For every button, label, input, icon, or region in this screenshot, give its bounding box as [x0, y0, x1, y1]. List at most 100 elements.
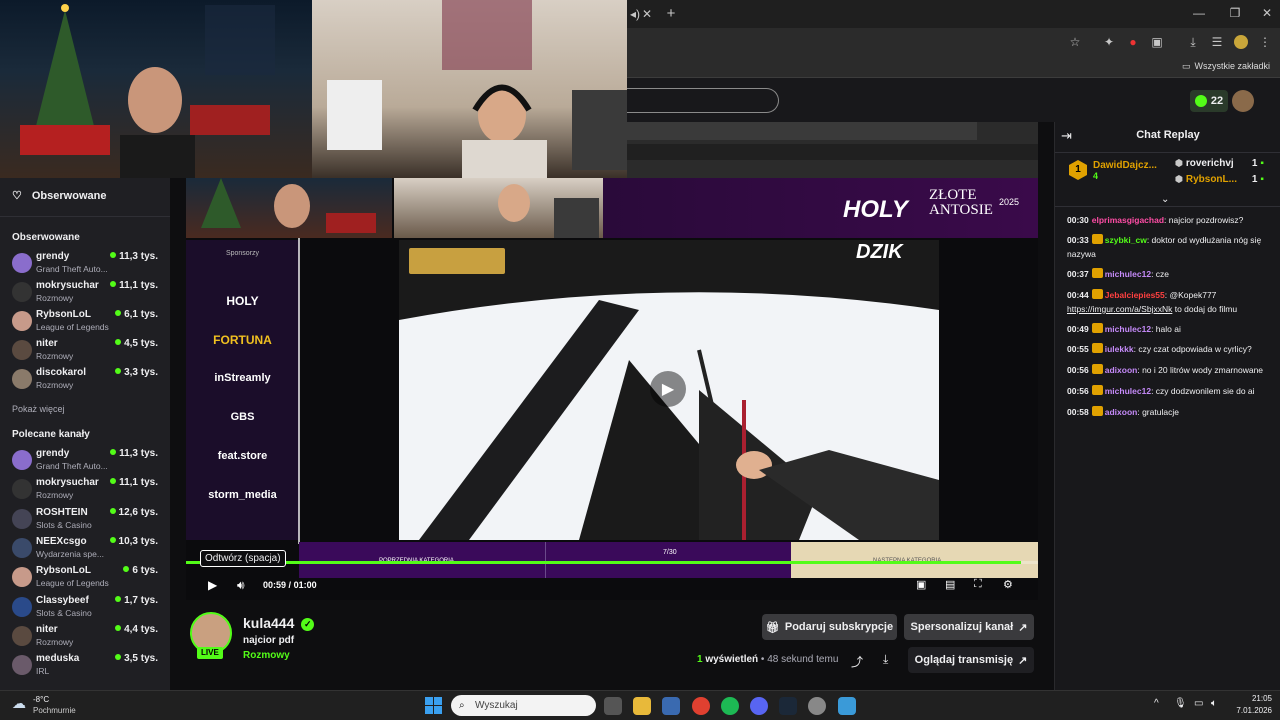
stream-category-link[interactable]: Rozmowy	[243, 650, 290, 661]
all-bookmarks-link[interactable]: ▭ Wszystkie zakładki	[1182, 61, 1270, 72]
time-display: 00:59 / 01:00	[263, 580, 317, 590]
expand-leaderboard-icon[interactable]: ⌄	[1161, 194, 1169, 205]
search-input[interactable]	[627, 88, 779, 113]
clock-time[interactable]: 21:05	[1236, 694, 1272, 703]
windows-start-icon[interactable]	[425, 697, 442, 714]
theater-mode-icon[interactable]: ▣	[916, 578, 926, 591]
message-user[interactable]: adixoon	[1105, 407, 1138, 417]
miniplayer-icon[interactable]: ▤	[945, 578, 955, 591]
bookmark-star-icon[interactable]: ☆	[1067, 34, 1083, 50]
sidebar-channel-item[interactable]: ROSHTEIN Slots & Casino 12,6 tys.	[12, 506, 162, 532]
message-user[interactable]: michulec12	[1105, 386, 1151, 396]
video-player[interactable]: HOLY ZŁOTE ANTOSIE 2025 Sponsorzy HOLY FO…	[186, 122, 1038, 600]
leaderboard-entry[interactable]: ⬢ roverichvj 1 ▪	[1175, 158, 1264, 169]
message-user[interactable]: Jebalciepies55	[1105, 290, 1165, 300]
divider	[0, 216, 170, 217]
obs-icon[interactable]	[808, 697, 826, 715]
steam-icon[interactable]	[779, 697, 797, 715]
weather-desc[interactable]: Pochmurnie	[33, 706, 76, 715]
overlay-badge	[409, 248, 505, 274]
weather-temp[interactable]: -8°C	[33, 695, 49, 704]
message-user[interactable]: michulec12	[1105, 269, 1151, 279]
viewer-count: 4,4 tys.	[115, 624, 158, 635]
category-bar: POPRZEDNIA KATEGORIA 7/30	[299, 542, 791, 578]
leaderboard-entry[interactable]: ⬢ RybsonL... 1 ▪	[1175, 174, 1264, 185]
app-icon[interactable]	[838, 697, 856, 715]
avatar	[12, 450, 32, 470]
close-tab-icon[interactable]: ✕	[639, 6, 655, 22]
live-dot-icon	[115, 624, 122, 631]
chrome-icon[interactable]	[692, 697, 710, 715]
message-user[interactable]: iulekkk	[1105, 344, 1134, 354]
download-icon[interactable]: ⤓	[1185, 34, 1201, 50]
record-extension-icon[interactable]: ●	[1125, 34, 1141, 50]
sidebar-channel-item[interactable]: Classybeef Slots & Casino 1,7 tys.	[12, 594, 162, 620]
sidebar-channel-item[interactable]: NEEXcsgo Wydarzenia spe... 10,3 tys.	[12, 535, 162, 561]
speaker-icon[interactable]: 🔈︎	[1211, 698, 1217, 709]
sidebar-channel-item[interactable]: niter Rozmowy 4,5 tys.	[12, 337, 162, 363]
close-window-icon[interactable]: ✕	[1259, 5, 1275, 21]
sidebar-channel-item[interactable]: discokarol Rozmowy 3,3 tys.	[12, 366, 162, 392]
tray-chevron-icon[interactable]: ^	[1154, 698, 1159, 709]
progress-track[interactable]	[186, 561, 1038, 564]
discord-icon[interactable]	[750, 697, 768, 715]
volume-icon[interactable]: 🔊︎	[237, 578, 245, 593]
show-more-link[interactable]: Pokaż więcej	[12, 404, 65, 414]
message-time: 00:44	[1067, 290, 1089, 300]
sidebar-channel-item[interactable]: RybsonLoL League of Legends 6,1 tys.	[12, 308, 162, 334]
microphone-icon[interactable]: 🎙︎	[1174, 698, 1187, 709]
kick-coins-button[interactable]: 22	[1190, 90, 1228, 112]
store-icon[interactable]	[662, 697, 680, 715]
taskbar-search[interactable]: ⌕ Wyszukaj	[451, 695, 596, 716]
message-user[interactable]: michulec12	[1105, 324, 1151, 334]
minimize-icon[interactable]: —	[1191, 5, 1207, 21]
message-text: no i 20 litrów wody zmarnowane	[1142, 365, 1264, 375]
new-tab-icon[interactable]: +	[663, 5, 679, 22]
download-clip-icon[interactable]: ⤓	[883, 652, 888, 667]
message-user[interactable]: elprimasgigachad	[1092, 215, 1164, 225]
sidebar-channel-item[interactable]: mokrysuchar Rozmowy 11,1 tys.	[12, 476, 162, 502]
sidebar-channel-item[interactable]: meduska IRL 3,5 tys.	[12, 652, 162, 678]
play-button[interactable]: ▶	[208, 578, 217, 592]
channel-category: League of Legends	[36, 578, 109, 589]
sidebar-channel-item[interactable]: grendy Grand Theft Auto... 11,3 tys.	[12, 447, 162, 473]
site-header: 22	[627, 78, 1280, 122]
sidebar-channel-item[interactable]: mokrysuchar Rozmowy 11,1 tys.	[12, 279, 162, 305]
customize-channel-button[interactable]: Spersonalizuj kanał ↗	[904, 614, 1034, 640]
profile-avatar-icon[interactable]	[1233, 34, 1249, 50]
leaderboard-count: 1	[1251, 158, 1258, 169]
center-play-icon[interactable]: ▶	[650, 371, 686, 407]
file-explorer-icon[interactable]	[633, 697, 651, 715]
task-view-icon[interactable]	[604, 697, 622, 715]
extension-icon[interactable]: ✦	[1101, 34, 1117, 50]
leaderboard-entry[interactable]: 1 DawidDajcz... 4	[1069, 160, 1157, 182]
share-icon[interactable]: ⤴	[851, 653, 863, 670]
maximize-icon[interactable]: ❐	[1227, 5, 1243, 21]
sidebar-followed-header[interactable]: ♡ Obserwowane	[12, 189, 106, 203]
settings-gear-icon[interactable]: ⚙	[1003, 578, 1013, 591]
fullscreen-icon[interactable]: ⛶	[974, 578, 982, 591]
spotify-icon[interactable]	[721, 697, 739, 715]
live-dot-icon	[110, 281, 117, 287]
menu-dots-icon[interactable]: ⋮	[1257, 34, 1273, 50]
channel-name[interactable]: kula444 ✓	[243, 615, 315, 631]
extensions-puzzle-icon[interactable]: ▣	[1149, 34, 1165, 50]
user-avatar[interactable]	[1232, 90, 1254, 112]
gift-sub-button[interactable]: 🎁︎ Podaruj subskrypcje	[762, 614, 897, 640]
message-link[interactable]: https://imgur.com/a/SbjxxNk	[1067, 304, 1172, 314]
sidebar-channel-item[interactable]: niter Rozmowy 4,4 tys.	[12, 623, 162, 649]
live-dot-icon	[115, 595, 122, 602]
viewer-count-text: 11,3 tys.	[119, 448, 158, 459]
watch-stream-button[interactable]: Oglądaj transmisję ↗	[908, 647, 1034, 673]
network-icon[interactable]: ▭	[1194, 698, 1203, 709]
reading-list-icon[interactable]: ☰	[1209, 34, 1225, 50]
message-time: 00:49	[1067, 324, 1089, 334]
viewer-count-text: 4,4 tys.	[124, 623, 158, 635]
live-dot-icon	[115, 339, 122, 345]
clock-date[interactable]: 7.01.2026	[1226, 706, 1272, 715]
sidebar-channel-item[interactable]: grendy Grand Theft Auto... 11,3 tys.	[12, 250, 162, 276]
message-user[interactable]: szybki_cw	[1105, 235, 1147, 245]
sidebar-channel-item[interactable]: RybsonLoL League of Legends 6 tys.	[12, 564, 162, 590]
sponsor-logo: storm_media	[208, 489, 277, 501]
message-user[interactable]: adixoon	[1105, 365, 1138, 375]
